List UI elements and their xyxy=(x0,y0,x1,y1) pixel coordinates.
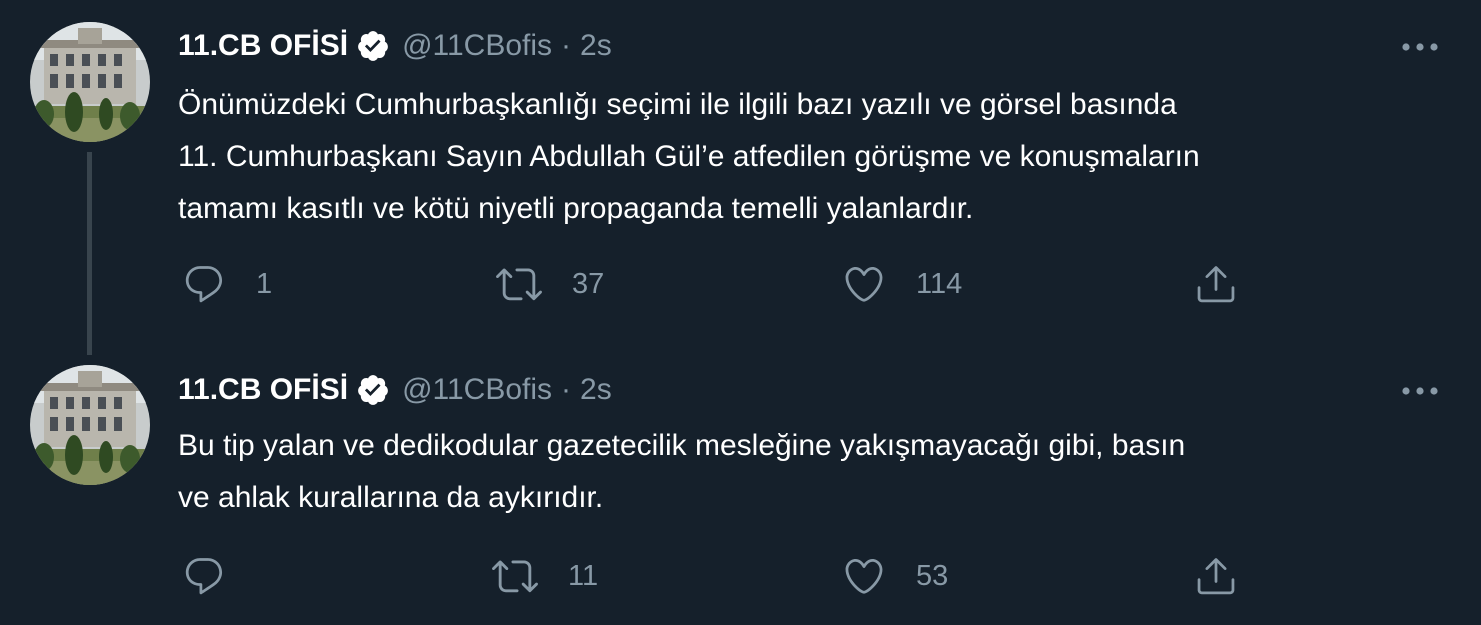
verified-badge-icon xyxy=(356,373,390,407)
tweet-text-line: ve ahlak kurallarına da aykırıdır. xyxy=(178,481,604,514)
share-icon xyxy=(1194,262,1238,306)
share-button[interactable] xyxy=(1194,260,1238,308)
reply-icon xyxy=(182,554,226,598)
reply-count: 1 xyxy=(256,267,273,300)
like-icon xyxy=(842,554,886,598)
tweet-text-line: tamamı kasıtlı ve kötü niyetli propagand… xyxy=(178,192,974,225)
tweet-text-line: 11. Cumhurbaşkanı Sayın Abdullah Gül’e a… xyxy=(178,140,1200,173)
tweet-text: Bu tip yalan ve dedikodular gazetecilik … xyxy=(178,420,1448,524)
tweet-text-line: Bu tip yalan ve dedikodular gazetecilik … xyxy=(178,429,1186,462)
tweet-timestamp[interactable]: 2s xyxy=(580,29,612,63)
separator-dot: · xyxy=(561,29,572,62)
tweet[interactable]: 11.CB OFİSİ @11CBofis · 2s Önümüzdeki Cu… xyxy=(0,0,1481,355)
retweet-icon xyxy=(492,553,538,599)
like-count: 53 xyxy=(916,559,949,592)
retweet-button[interactable]: 11 xyxy=(492,552,598,600)
tweet-header: 11.CB OFİSİ @11CBofis · 2s xyxy=(178,24,612,68)
more-icon[interactable] xyxy=(1398,381,1442,401)
retweet-count: 37 xyxy=(572,267,605,300)
share-icon xyxy=(1194,554,1238,598)
avatar[interactable] xyxy=(30,365,150,485)
retweet-count: 11 xyxy=(568,559,599,592)
thread-line xyxy=(87,152,92,355)
like-button[interactable]: 114 xyxy=(842,260,962,308)
author-name[interactable]: 11.CB OFİSİ xyxy=(178,373,348,407)
avatar-image xyxy=(30,365,150,485)
separator-dot: · xyxy=(561,373,572,406)
retweet-button[interactable]: 37 xyxy=(496,260,604,308)
author-name[interactable]: 11.CB OFİSİ xyxy=(178,29,348,63)
avatar[interactable] xyxy=(30,22,150,142)
like-icon xyxy=(842,262,886,306)
tweet-timestamp[interactable]: 2s xyxy=(580,373,612,407)
verified-badge-icon xyxy=(356,29,390,63)
like-button[interactable]: 53 xyxy=(842,552,948,600)
reply-icon xyxy=(182,262,226,306)
more-icon[interactable] xyxy=(1398,37,1442,57)
retweet-icon xyxy=(496,261,542,307)
tweet-actions: 11 53 xyxy=(178,552,1278,600)
avatar-image xyxy=(30,22,150,142)
share-button[interactable] xyxy=(1194,552,1238,600)
reply-button[interactable] xyxy=(182,552,256,600)
author-handle[interactable]: @11CBofis xyxy=(402,29,552,63)
tweet-actions: 1 37 114 xyxy=(178,260,1278,308)
tweet-header: 11.CB OFİSİ @11CBofis · 2s xyxy=(178,368,612,412)
like-count: 114 xyxy=(916,267,963,300)
tweet[interactable]: 11.CB OFİSİ @11CBofis · 2s Bu tip yalan … xyxy=(0,352,1481,625)
tweet-text-line: Önümüzdeki Cumhurbaşkanlığı seçimi ile i… xyxy=(178,88,1177,121)
reply-button[interactable]: 1 xyxy=(182,260,272,308)
author-handle[interactable]: @11CBofis xyxy=(402,373,552,407)
tweet-text: Önümüzdeki Cumhurbaşkanlığı seçimi ile i… xyxy=(178,79,1448,235)
